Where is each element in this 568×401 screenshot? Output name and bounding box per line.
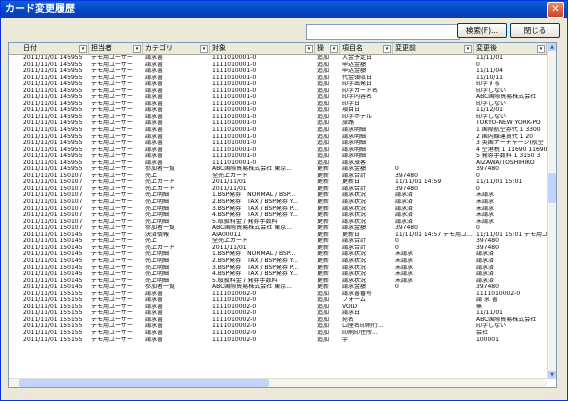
filter-dropdown-icon[interactable]: ▾: [383, 45, 391, 53]
table-row[interactable]: 2011/11/01 155155 デモ用ユーザー 請求書 1111010002-0 追…: [9, 337, 547, 344]
column-header[interactable]: カテゴリ ▾: [143, 43, 210, 54]
column-header-label: 担当者: [91, 44, 112, 52]
column-header[interactable]: 対象 ▾: [210, 43, 315, 54]
search-button[interactable]: 検索(F)...: [457, 23, 507, 38]
table-cell: 2011/11/01 155155: [23, 336, 83, 343]
filter-dropdown-icon[interactable]: ▾: [330, 45, 338, 53]
table-cell: 1111010002-0: [212, 336, 257, 343]
column-header-label: 変更後: [476, 44, 497, 52]
scroll-down-icon[interactable]: ▼: [548, 371, 556, 379]
table-cell: 宇: [342, 336, 349, 343]
filter-dropdown-icon[interactable]: ▾: [79, 45, 87, 53]
window-title: カード変更履歴: [5, 4, 75, 15]
table-cell: [393, 337, 474, 344]
horizontal-scroll-thumb[interactable]: [19, 379, 269, 387]
table-cell: 追加: [317, 336, 330, 343]
vertical-scrollbar[interactable]: ▲ ▼: [547, 43, 556, 379]
column-header[interactable]: 変更前 ▾: [393, 43, 474, 54]
column-header-label: 操: [317, 44, 324, 52]
search-input[interactable]: [306, 24, 460, 40]
history-table[interactable]: 日付 ▾ 担当者 ▾ カテゴリ ▾ 対象 ▾ 操 ▾ 項目名 ▾ 変更前 ▾ 変更後 ▾ 2011/11/01…: [8, 42, 557, 388]
card-change-history-window: カード変更履歴 ✕ 検索(F)... 閉じる 日付 ▾ 担当者 ▾ カテゴリ ▾ 対象 ▾ 操 ▾…: [0, 0, 568, 401]
title-bar: カード変更履歴 ✕: [1, 1, 567, 18]
filter-dropdown-icon[interactable]: ▾: [305, 45, 313, 53]
column-header[interactable]: 変更後 ▾: [474, 43, 547, 54]
table-header: 日付 ▾ 担当者 ▾ カテゴリ ▾ 対象 ▾ 操 ▾ 項目名 ▾ 変更前 ▾ 変更後 ▾: [9, 43, 547, 55]
column-header[interactable]: 日付 ▾: [21, 43, 89, 54]
filter-dropdown-icon[interactable]: ▾: [133, 45, 141, 53]
table-cell: 請求書: [145, 336, 164, 343]
column-header-label: 項目名: [342, 44, 363, 52]
table-body: 2011/11/01 145955 デモ用ユーザー 請求書 1111010001-0 追…: [9, 55, 547, 343]
filter-dropdown-icon[interactable]: ▾: [200, 45, 208, 53]
close-window-button[interactable]: ✕: [547, 2, 564, 18]
column-header-label: 日付: [23, 44, 37, 52]
table-cell: 100001: [476, 336, 499, 343]
close-button[interactable]: 閉じる: [510, 23, 560, 38]
column-header[interactable]: 項目名 ▾: [340, 43, 393, 54]
scroll-up-icon[interactable]: ▲: [548, 43, 556, 51]
scroll-thumb[interactable]: [548, 173, 556, 203]
column-header-label: 変更前: [395, 44, 416, 52]
column-header[interactable]: 操 ▾: [315, 43, 340, 54]
column-header-label: カテゴリ: [145, 44, 173, 52]
filter-dropdown-icon[interactable]: ▾: [537, 45, 545, 53]
toolbar: 検索(F)... 閉じる: [1, 18, 567, 40]
column-header-label: 対象: [212, 44, 226, 52]
horizontal-scrollbar[interactable]: [9, 378, 547, 387]
column-header[interactable]: 担当者 ▾: [89, 43, 143, 54]
filter-dropdown-icon[interactable]: ▾: [464, 45, 472, 53]
table-cell: デモ用ユーザー: [91, 336, 133, 343]
